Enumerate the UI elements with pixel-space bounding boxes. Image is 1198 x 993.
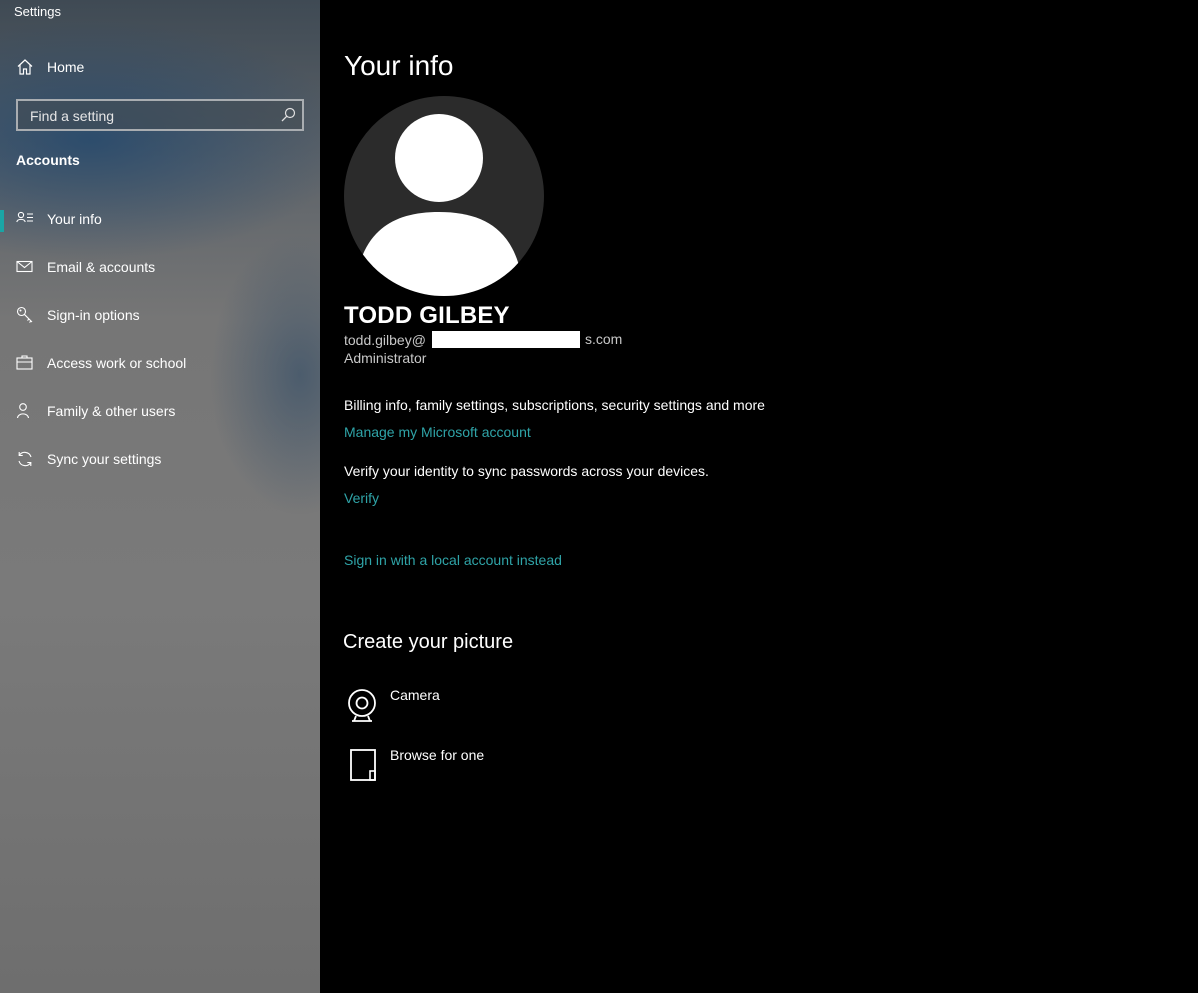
billing-description: Billing info, family settings, subscript… <box>344 397 765 413</box>
avatar <box>344 96 544 296</box>
default-user-icon <box>354 114 524 296</box>
local-account-link[interactable]: Sign in with a local account instead <box>344 552 562 568</box>
page-title: Your info <box>344 50 454 81</box>
user-email: todd.gilbey@ <box>344 331 580 348</box>
home-icon <box>17 59 33 75</box>
main-content: Your info TODD GILBEY todd.gilbey@ s.com… <box>320 0 1198 993</box>
camera-label: Camera <box>390 687 440 703</box>
section-heading: Accounts <box>16 152 80 168</box>
sidebar-item-label: Sign-in options <box>47 307 140 323</box>
manage-account-link[interactable]: Manage my Microsoft account <box>344 424 531 440</box>
camera-icon <box>348 689 376 722</box>
sidebar-item-label: Your info <box>47 211 102 227</box>
briefcase-icon <box>16 355 33 370</box>
key-icon <box>16 306 33 323</box>
search-input[interactable] <box>28 105 272 127</box>
sidebar-item-label: Family & other users <box>47 403 176 419</box>
email-suffix: s.com <box>585 331 623 347</box>
camera-option[interactable]: Camera <box>344 687 604 731</box>
browse-label: Browse for one <box>390 747 485 763</box>
sidebar-item-email-accounts[interactable]: Email & accounts <box>0 248 320 288</box>
search-box[interactable] <box>16 99 304 131</box>
person-add-icon <box>16 403 30 419</box>
sidebar-item-label: Access work or school <box>47 355 187 371</box>
sidebar-item-label: Email & accounts <box>47 259 156 275</box>
user-name: TODD GILBEY <box>344 302 510 329</box>
verify-link[interactable]: Verify <box>344 490 379 506</box>
browse-file-icon <box>350 749 376 781</box>
verify-description: Verify your identity to sync passwords a… <box>344 463 709 479</box>
browse-option[interactable]: Browse for one <box>344 747 604 791</box>
sidebar-item-family-users[interactable]: Family & other users <box>0 392 320 432</box>
email-prefix: todd.gilbey@ <box>344 332 426 348</box>
sync-icon <box>18 451 32 467</box>
sidebar-item-your-info[interactable]: Your info <box>0 200 320 240</box>
sidebar: Settings Home Accounts Your info Email &… <box>0 0 320 993</box>
sidebar-item-label: Home <box>47 59 85 75</box>
mail-icon <box>16 260 33 273</box>
create-picture-heading: Create your picture <box>343 631 514 653</box>
redaction-bar <box>431 331 580 348</box>
sidebar-item-sign-in-options[interactable]: Sign-in options <box>0 296 320 336</box>
sidebar-item-home[interactable]: Home <box>0 48 320 88</box>
user-role: Administrator <box>344 350 427 366</box>
search-icon[interactable] <box>280 107 296 123</box>
app-title: Settings <box>14 4 61 19</box>
sidebar-item-access-work[interactable]: Access work or school <box>0 344 320 384</box>
sidebar-item-label: Sync your settings <box>47 451 162 467</box>
sidebar-item-sync-settings[interactable]: Sync your settings <box>0 440 320 480</box>
person-info-icon <box>16 211 33 223</box>
